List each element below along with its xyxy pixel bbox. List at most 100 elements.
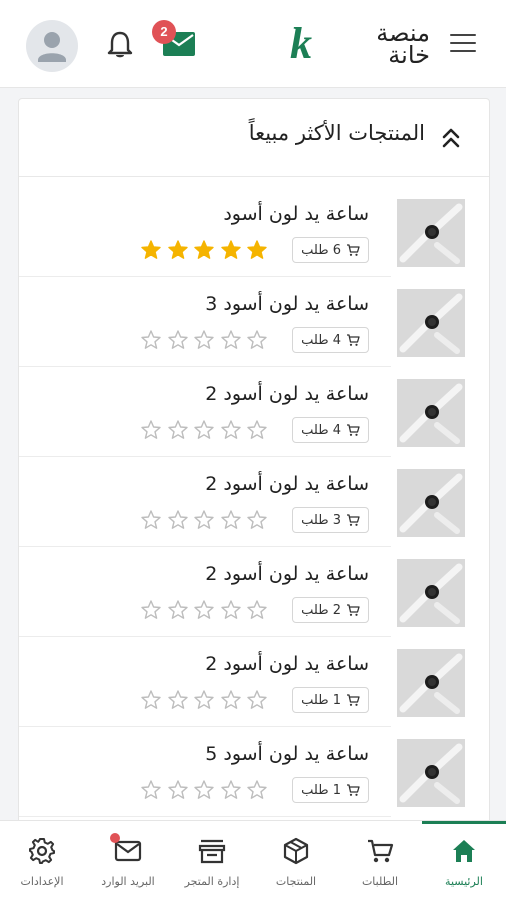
orders-count: 3 طلب — [301, 512, 341, 528]
brand-logo[interactable]: k منصة خانة — [290, 19, 430, 70]
star-empty-icon — [220, 420, 241, 439]
star-empty-icon — [247, 690, 267, 709]
product-thumbnail[interactable] — [397, 649, 465, 717]
app-header: 2 k منصة خانة — [0, 0, 506, 88]
orders-count-badge: 4 طلب — [292, 417, 369, 443]
product-name[interactable]: ساعة يد لون أسود 2 — [205, 563, 369, 585]
nav-orders-label: الطلبات — [361, 875, 399, 888]
star-empty-icon — [194, 330, 214, 349]
watch-image — [397, 469, 465, 537]
product-thumbnail[interactable] — [397, 739, 465, 807]
best-sellers-card: المنتجات الأكثر مبيعاً ساعة يد لون أسود … — [18, 98, 490, 828]
nav-inbox-label: البريد الوارد — [101, 875, 155, 888]
user-icon — [38, 32, 66, 62]
box-icon — [283, 837, 309, 865]
home-icon — [453, 840, 475, 862]
star-empty-icon — [247, 330, 267, 349]
product-thumbnail[interactable] — [397, 469, 465, 537]
star-empty-icon — [247, 510, 267, 529]
orders-count-badge: 1 طلب — [292, 687, 369, 713]
product-thumbnail[interactable] — [397, 289, 465, 357]
star-empty-icon — [167, 600, 188, 619]
star-empty-icon — [167, 780, 188, 799]
cart-icon — [347, 604, 360, 616]
star-rating — [141, 330, 267, 350]
nav-store[interactable]: إدارة المتجر — [170, 821, 254, 900]
star-empty-icon — [220, 780, 241, 799]
star-empty-icon — [141, 780, 161, 799]
watch-image — [397, 649, 465, 717]
product-name[interactable]: ساعة يد لون أسود 2 — [205, 383, 369, 405]
product-thumbnail[interactable] — [397, 559, 465, 627]
nav-home-label: الرئيسية — [445, 875, 483, 888]
product-name[interactable]: ساعة يد لون أسود 3 — [205, 293, 369, 315]
star-empty-icon — [247, 780, 267, 799]
card-header[interactable]: المنتجات الأكثر مبيعاً — [19, 99, 489, 177]
star-empty-icon — [194, 600, 214, 619]
nav-settings-label: الإعدادات — [20, 875, 64, 888]
product-name[interactable]: ساعة يد لون أسود 2 — [205, 473, 369, 495]
orders-count-badge: 3 طلب — [292, 507, 369, 533]
nav-inbox[interactable]: البريد الوارد — [86, 821, 170, 900]
orders-count: 6 طلب — [301, 242, 341, 258]
orders-count: 1 طلب — [301, 782, 341, 798]
watch-image — [397, 739, 465, 807]
orders-count-badge: 4 طلب — [292, 327, 369, 353]
orders-count-badge: 6 طلب — [292, 237, 369, 263]
cart-icon — [347, 424, 360, 436]
product-row[interactable]: ساعة يد لون أسود 6 طلب — [19, 187, 489, 277]
nav-home[interactable]: الرئيسية — [422, 821, 506, 900]
product-row[interactable]: ساعة يد لون أسود 2 1 طلب — [19, 637, 489, 727]
gear-icon — [29, 838, 55, 864]
star-empty-icon — [194, 690, 214, 709]
store-icon — [198, 839, 226, 864]
cart-icon — [347, 784, 360, 796]
product-row[interactable]: ساعة يد لون أسود 3 4 طلب — [19, 277, 489, 367]
product-name[interactable]: ساعة يد لون أسود — [223, 203, 369, 225]
star-empty-icon — [167, 690, 188, 709]
avatar[interactable] — [26, 20, 78, 72]
star-empty-icon — [167, 420, 188, 439]
product-thumbnail[interactable] — [397, 379, 465, 447]
star-empty-icon — [220, 600, 241, 619]
row-divider — [19, 816, 391, 817]
star-empty-icon — [220, 330, 241, 349]
watch-image — [397, 379, 465, 447]
product-row[interactable]: ساعة يد لون أسود 5 1 طلب — [19, 727, 489, 817]
bottom-navigation: الرئيسية الطلبات المنتجات إدارة المتجر ا… — [0, 820, 506, 900]
star-empty-icon — [141, 330, 161, 349]
product-row[interactable]: ساعة يد لون أسود 2 3 طلب — [19, 457, 489, 547]
chevron-double-up-icon[interactable] — [441, 127, 461, 149]
star-filled-icon — [194, 240, 214, 259]
star-filled-icon — [167, 240, 188, 259]
product-thumbnail[interactable] — [397, 199, 465, 267]
star-empty-icon — [141, 510, 161, 529]
cart-icon — [368, 839, 394, 863]
star-empty-icon — [194, 780, 214, 799]
star-filled-icon — [141, 240, 161, 259]
star-empty-icon — [167, 510, 188, 529]
star-rating — [141, 780, 267, 800]
watch-image — [397, 199, 465, 267]
product-row[interactable]: ساعة يد لون أسود 2 2 طلب — [19, 547, 489, 637]
section-title: المنتجات الأكثر مبيعاً — [248, 121, 425, 145]
star-empty-icon — [194, 510, 214, 529]
star-empty-icon — [141, 600, 161, 619]
star-rating — [141, 600, 267, 620]
hamburger-menu-icon[interactable] — [450, 34, 476, 54]
star-empty-icon — [247, 600, 267, 619]
nav-settings[interactable]: الإعدادات — [0, 821, 84, 900]
orders-count: 4 طلب — [301, 422, 341, 438]
star-rating — [141, 690, 267, 710]
nav-orders[interactable]: الطلبات — [338, 821, 422, 900]
product-name[interactable]: ساعة يد لون أسود 2 — [205, 653, 369, 675]
nav-products[interactable]: المنتجات — [254, 821, 338, 900]
logo-text: منصة خانة — [376, 19, 430, 69]
bell-icon[interactable] — [106, 30, 134, 60]
nav-store-label: إدارة المتجر — [184, 875, 240, 888]
star-empty-icon — [220, 690, 241, 709]
product-name[interactable]: ساعة يد لون أسود 5 — [205, 743, 369, 765]
star-empty-icon — [141, 420, 161, 439]
star-empty-icon — [220, 510, 241, 529]
product-row[interactable]: ساعة يد لون أسود 2 4 طلب — [19, 367, 489, 457]
